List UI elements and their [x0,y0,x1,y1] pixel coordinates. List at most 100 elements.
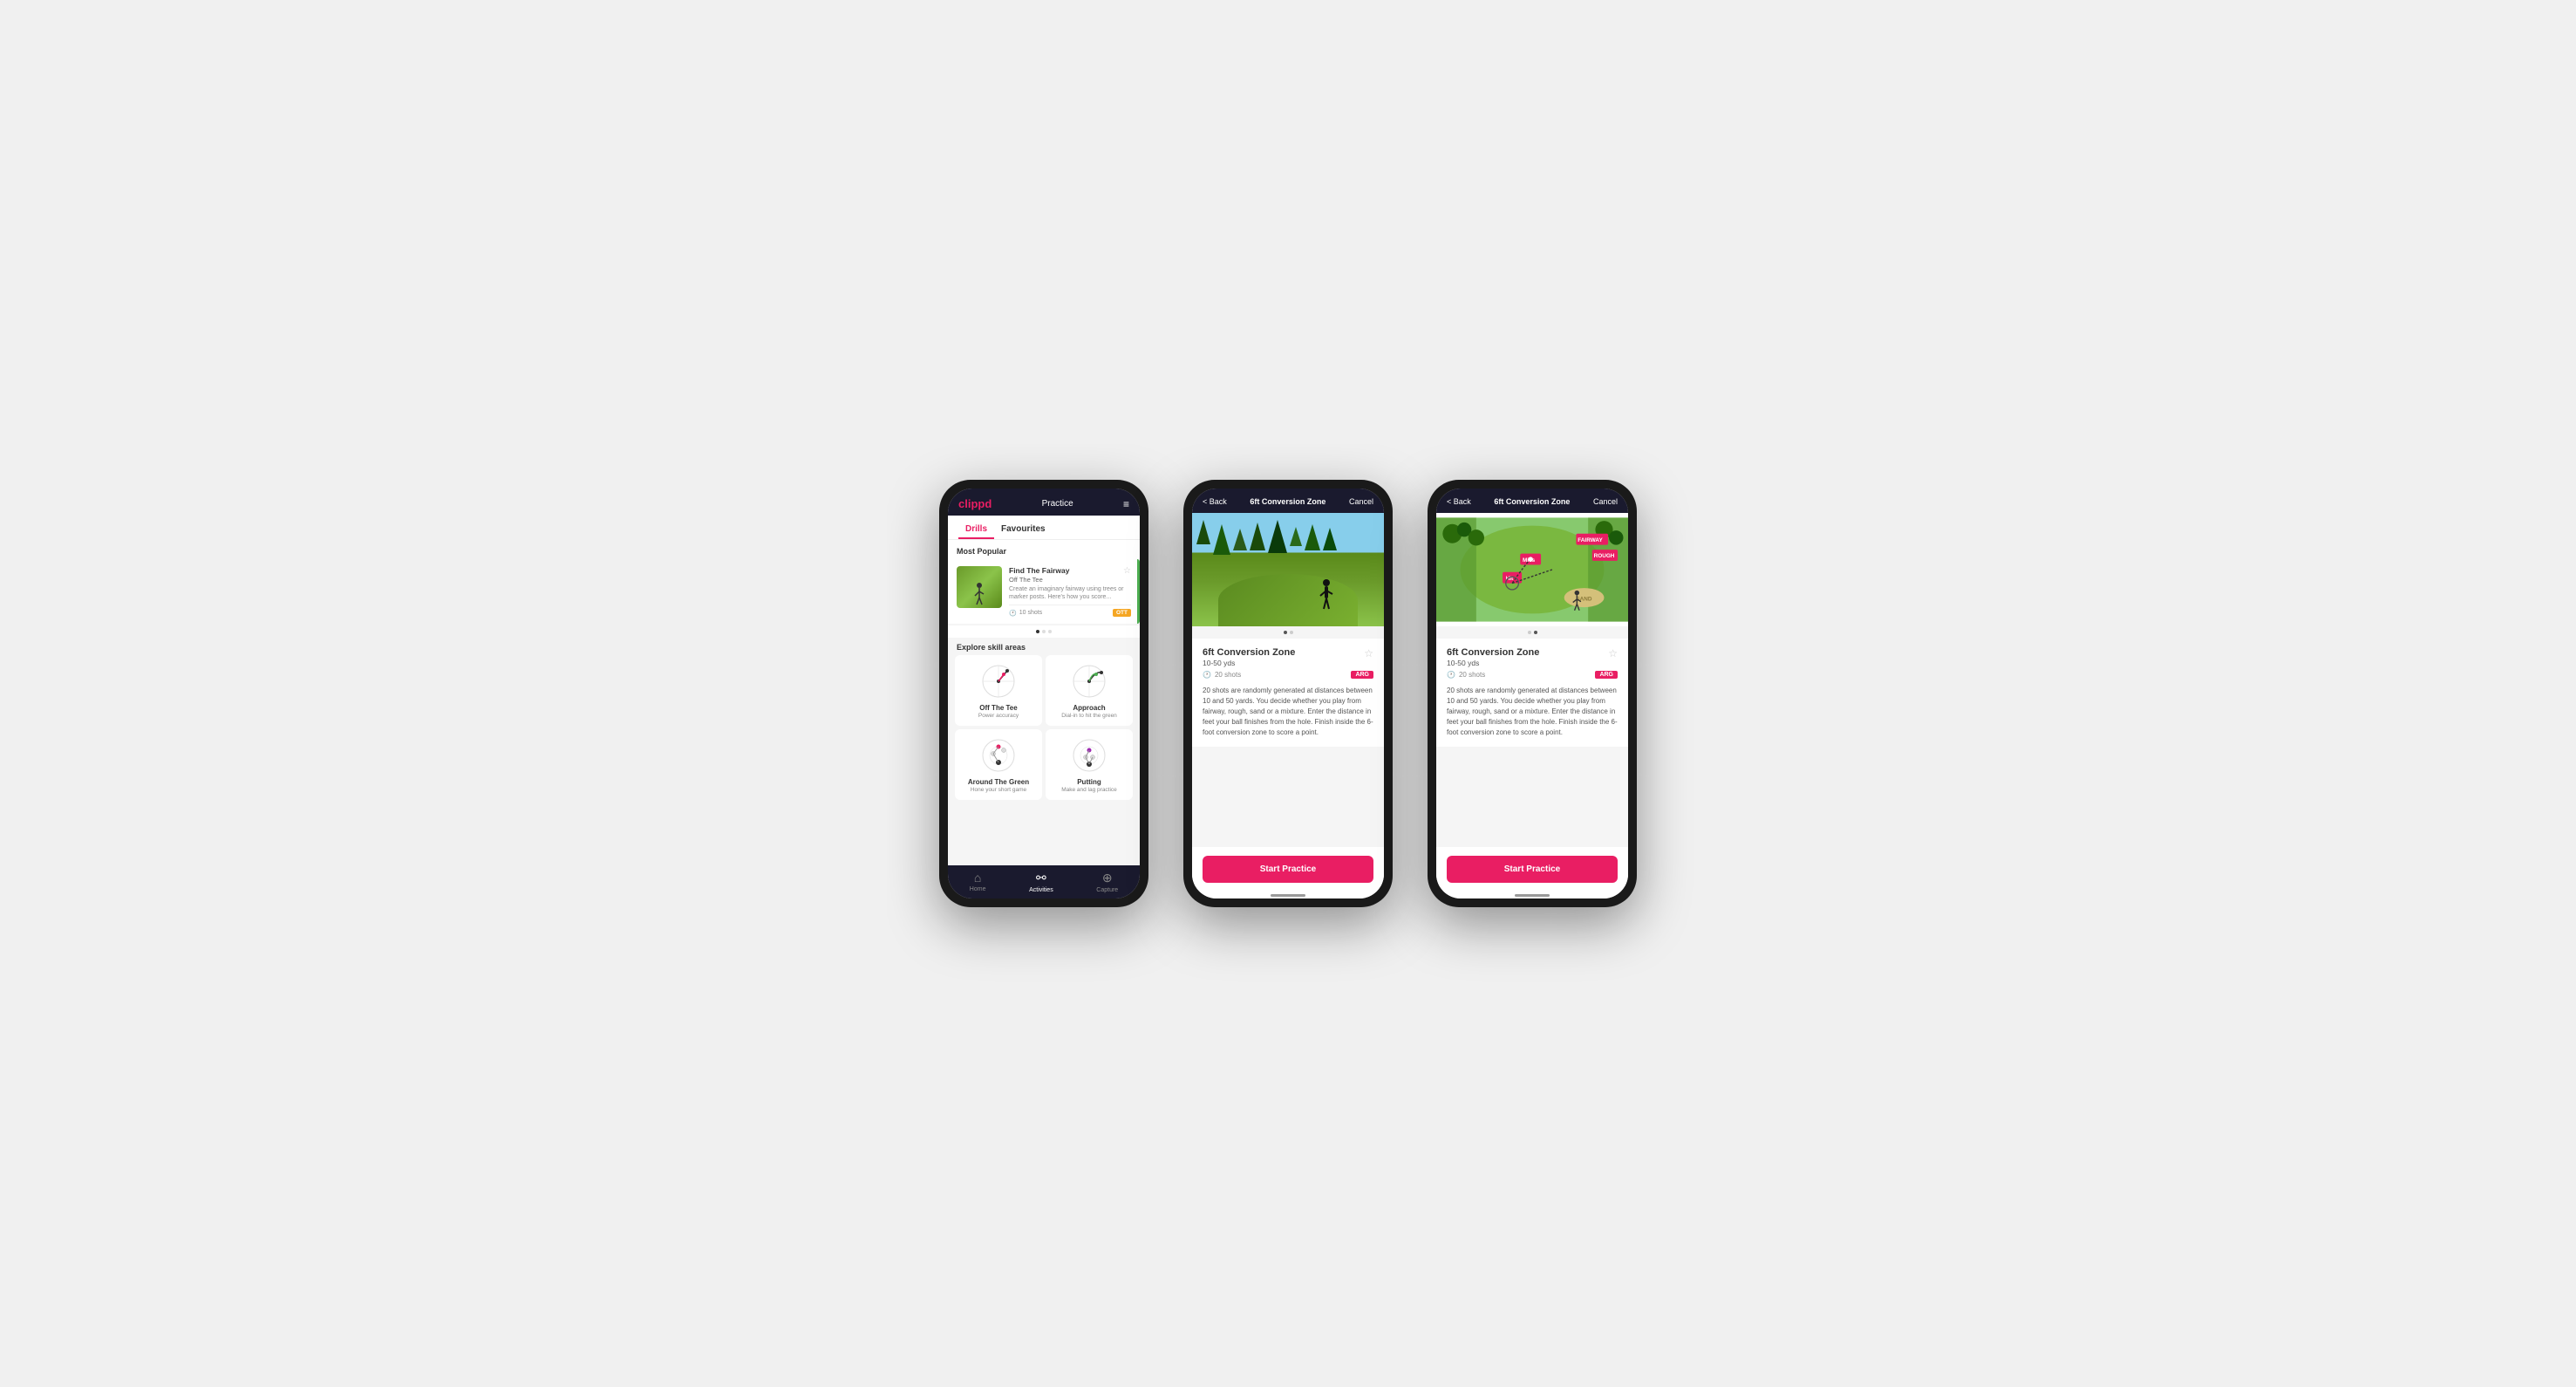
skill-approach-name: Approach [1073,704,1105,712]
shots-info: 🕐 10 shots [1009,610,1042,617]
explore-title: Explore skill areas [948,638,1140,655]
star-icon[interactable]: ☆ [1123,566,1131,576]
start-practice-button[interactable]: Start Practice [1203,856,1373,883]
skill-ott-name: Off The Tee [979,704,1017,712]
phone3-header-title: 6ft Conversion Zone [1494,497,1570,506]
nav-home[interactable]: ⌂ Home [970,871,986,893]
card-image [957,566,1002,608]
nav-capture-label: Capture [1096,887,1118,893]
home-indicator-3 [1436,892,1628,898]
phone3-content: 6ft Conversion Zone 10-50 yds ☆ 🕐 20 sho… [1436,639,1628,847]
tab-favourites[interactable]: Favourites [994,521,1053,539]
fairway [1218,574,1358,626]
start-practice-button-3[interactable]: Start Practice [1447,856,1618,883]
tree-2 [1213,524,1230,555]
card-info: Find The Fairway Off The Tee Create an i… [1009,566,1131,617]
menu-icon[interactable]: ≡ [1123,498,1129,510]
cancel-button-3[interactable]: Cancel [1593,497,1618,506]
skill-ott-desc: Power accuracy [978,713,1019,719]
back-button-3[interactable]: < Back [1447,497,1471,506]
off-the-tee-svg [979,662,1018,700]
phone-2-screen: < Back 6ft Conversion Zone Cancel [1192,489,1384,898]
phone-3: < Back 6ft Conversion Zone Cancel [1428,480,1637,907]
drill-meta-3: 🕐 20 shots ARG [1447,671,1618,679]
image-dots [1192,626,1384,639]
skill-around-the-green[interactable]: Around The Green Hone your short game [955,729,1042,800]
phone-1-screen: clippd Practice ≡ Drills Favourites Most… [948,489,1140,898]
activities-icon: ⚯ [1036,871,1046,885]
skill-putting-desc: Make and lag practice [1061,787,1117,793]
drill-title-3: 6ft Conversion Zone [1447,647,1539,658]
skill-approach-desc: Dial-in to hit the green [1061,713,1117,719]
golfer-svg [971,582,988,608]
skill-approach[interactable]: Approach Dial-in to hit the green [1046,655,1133,726]
drill-title-block-3: 6ft Conversion Zone 10-50 yds [1447,647,1539,667]
img-dot-2 [1290,631,1293,634]
card-desc: Create an imaginary fairway using trees … [1009,585,1131,601]
img-dot-3-1 [1528,631,1531,634]
phone1-title: Practice [1042,499,1073,509]
drill-description: 20 shots are randomly generated at dista… [1203,686,1373,738]
tree-8 [1323,528,1337,550]
phone2-bottom: Start Practice [1192,847,1384,892]
putting-svg [1070,736,1108,775]
off-the-tee-icon [979,662,1018,700]
featured-card[interactable]: Find The Fairway Off The Tee Create an i… [948,559,1140,624]
skill-grid: Off The Tee Power accuracy [948,655,1140,807]
home-indicator [1192,892,1384,898]
drill-star-3[interactable]: ☆ [1608,647,1618,659]
approach-svg [1070,662,1108,700]
card-dots [948,625,1140,638]
trees-row [1192,520,1384,555]
card-title: Find The Fairway [1009,566,1131,575]
img-dot-1 [1284,631,1287,634]
dot-3 [1048,630,1052,633]
tree-3 [1233,529,1247,550]
drill-shots-3: 20 shots [1459,671,1485,679]
phone2-header: < Back 6ft Conversion Zone Cancel [1192,489,1384,513]
tab-drills[interactable]: Drills [958,521,994,539]
img-dot-3-2 [1534,631,1537,634]
home-bar-3 [1515,894,1550,897]
dot-2 [1042,630,1046,633]
phone2-content: 6ft Conversion Zone 10-50 yds ☆ 🕐 20 sho… [1192,639,1384,847]
arg-tag-3: ARG [1595,671,1618,679]
meta-clock-icon: 🕐 [1203,671,1211,679]
cancel-button[interactable]: Cancel [1349,497,1373,506]
skill-off-the-tee[interactable]: Off The Tee Power accuracy [955,655,1042,726]
home-bar [1271,894,1305,897]
putting-icon [1070,736,1108,775]
meta-clock-icon-3: 🕐 [1447,671,1455,679]
golf-scene [1192,513,1384,626]
back-button[interactable]: < Back [1203,497,1227,506]
drill-description-3: 20 shots are randomly generated at dista… [1447,686,1618,738]
image-dots-3 [1436,626,1628,639]
nav-capture[interactable]: ⊕ Capture [1096,871,1118,893]
tree-6 [1290,527,1302,546]
drill-yds: 10-50 yds [1203,659,1295,667]
dot-1 [1036,630,1039,633]
around-the-green-icon [979,736,1018,775]
tree-4 [1250,523,1265,550]
golfer-figure [1317,578,1336,613]
tree-1 [1196,520,1210,544]
ott-tag: OTT [1113,609,1131,617]
tree-7 [1305,524,1320,550]
skill-putting-name: Putting [1077,778,1101,786]
golf-photo [1192,513,1384,626]
drill-star[interactable]: ☆ [1364,647,1373,659]
aerial-map: SAND FAIRWAY ROUGH Hit [1436,513,1628,626]
home-icon: ⌂ [974,871,981,885]
phone3-bottom: Start Practice [1436,847,1628,892]
card-footer: 🕐 10 shots OTT [1009,605,1131,617]
drill-title: 6ft Conversion Zone [1203,647,1295,658]
nav-activities[interactable]: ⚯ Activities [1029,871,1053,893]
drill-title-block: 6ft Conversion Zone 10-50 yds [1203,647,1295,667]
around-the-green-svg [979,736,1018,775]
phone-3-screen: < Back 6ft Conversion Zone Cancel [1436,489,1628,898]
skill-putting[interactable]: Putting Make and lag practice [1046,729,1133,800]
phone3-header: < Back 6ft Conversion Zone Cancel [1436,489,1628,513]
svg-text:ROUGH: ROUGH [1594,553,1615,559]
phone1-content: Most Popular [948,540,1140,865]
tree-5 [1268,520,1287,553]
